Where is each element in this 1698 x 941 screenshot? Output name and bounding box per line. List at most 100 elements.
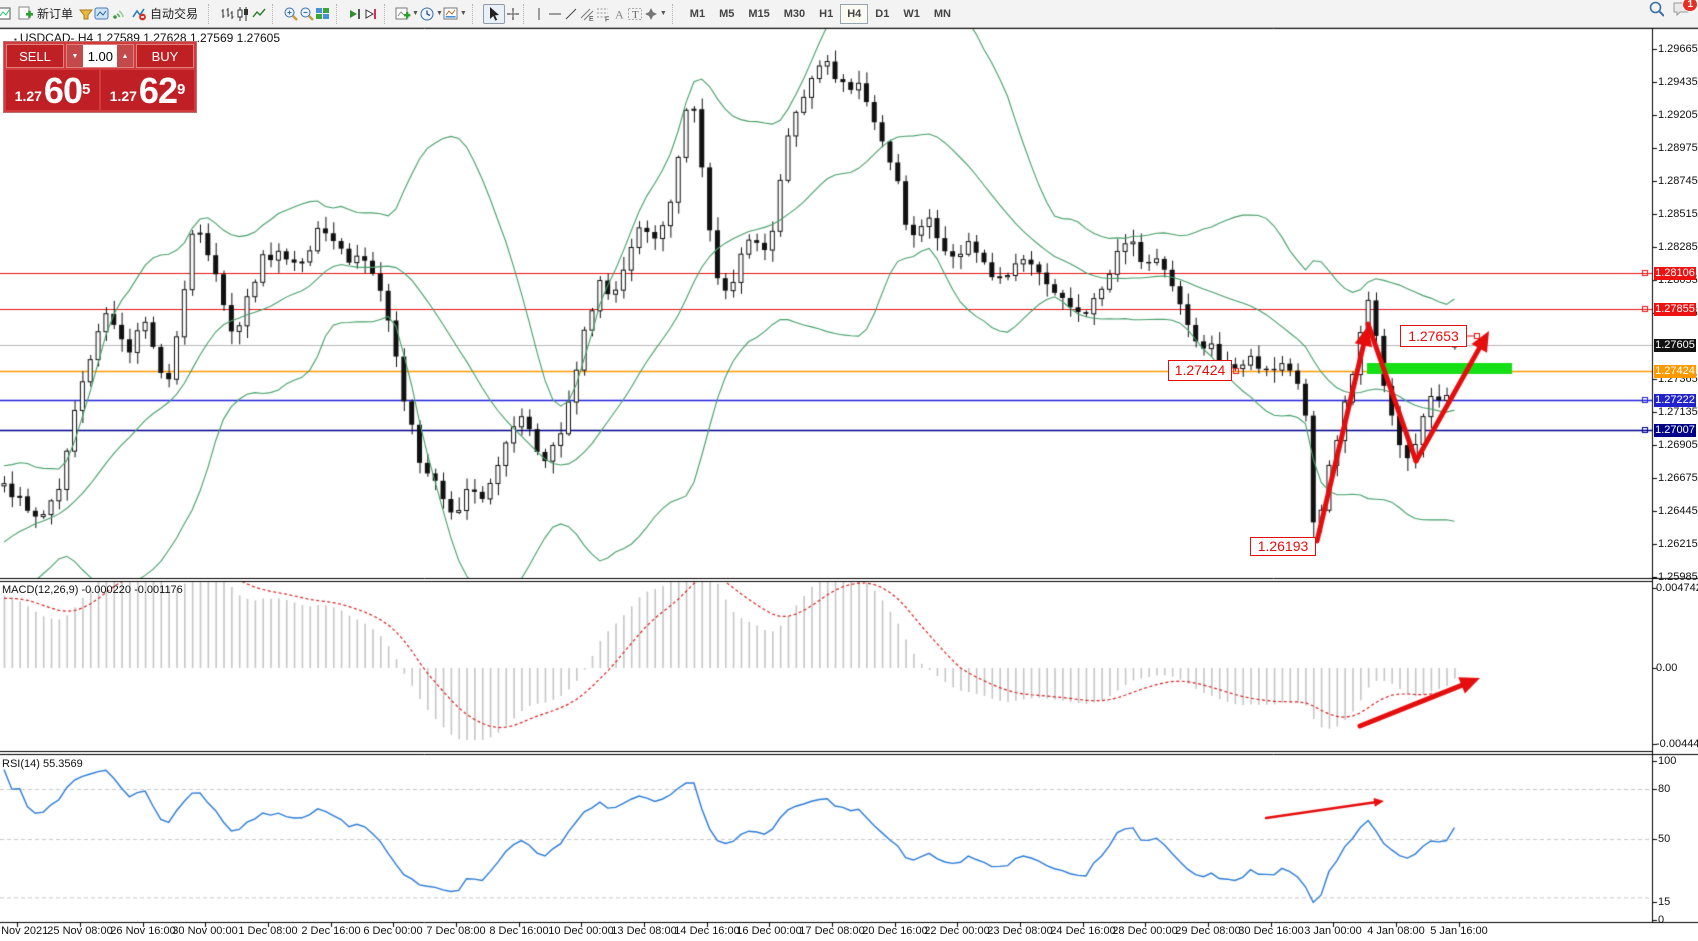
- price-line-label: 1.27855: [1654, 303, 1696, 316]
- price-line-label: 1.27424: [1654, 365, 1696, 378]
- horizontal-line-tool-icon[interactable]: [547, 6, 563, 22]
- cursor-icon: [486, 6, 502, 22]
- tab-timeframe-MN[interactable]: MN: [927, 4, 958, 24]
- text-tool-icon[interactable]: A: [611, 6, 627, 22]
- text-label-tool-icon[interactable]: T: [627, 6, 643, 22]
- notification-badge: 1: [1682, 0, 1698, 12]
- auto-trading-icon: [131, 6, 147, 22]
- charts-window-icon[interactable]: [94, 6, 110, 22]
- signals-icon[interactable]: [110, 6, 126, 22]
- time-axis-label: 4 Jan 08:00: [1367, 925, 1425, 937]
- crosshair-icon[interactable]: [505, 6, 521, 22]
- time-axis-label: 28 Dec 00:00: [1112, 925, 1177, 937]
- time-axis-label: 30 Dec 16:00: [1238, 925, 1303, 937]
- buy-price-big: 62: [139, 74, 177, 108]
- new-chart-icon[interactable]: [0, 6, 13, 22]
- buy-price-prefix: 1.27: [110, 84, 137, 108]
- time-axis-label: 13 Dec 08:00: [611, 925, 676, 937]
- toolbar-scroll-group: [344, 0, 382, 27]
- toolbar-separator: [208, 4, 214, 24]
- volume-input[interactable]: 1.00: [83, 45, 117, 67]
- cursor-tool-button[interactable]: [483, 4, 505, 24]
- svg-text:A: A: [615, 7, 624, 21]
- template-icon[interactable]: [443, 6, 459, 22]
- trendline-tool-icon[interactable]: [563, 6, 579, 22]
- price-axis-tick: 1.26905: [1658, 439, 1698, 451]
- volume-stepper: ▼ 1.00 ▲: [66, 44, 134, 68]
- price-callout[interactable]: 1.27424: [1168, 360, 1232, 381]
- tab-timeframe-H4[interactable]: H4: [840, 4, 868, 24]
- tab-timeframe-H1[interactable]: H1: [812, 4, 840, 24]
- period-caret[interactable]: ▼: [436, 10, 443, 17]
- toolbar-indicator-group: ▼ ▼ ▼: [392, 0, 470, 27]
- tab-timeframe-M1[interactable]: M1: [683, 4, 712, 24]
- price-callout[interactable]: 1.26193: [1250, 537, 1316, 556]
- chart-canvas[interactable]: [0, 0, 1698, 941]
- profiles-icon[interactable]: [78, 6, 94, 22]
- zoom-out-icon[interactable]: [299, 6, 315, 22]
- notifications-icon[interactable]: 1: [1670, 1, 1692, 17]
- buy-button[interactable]: BUY: [136, 44, 194, 68]
- buy-price[interactable]: 1.27 62 9: [101, 70, 194, 110]
- auto-scroll-icon[interactable]: [347, 6, 363, 22]
- channel-tool-icon[interactable]: E: [579, 6, 595, 22]
- new-order-label: 新订单: [37, 5, 73, 22]
- period-clock-icon[interactable]: [419, 6, 435, 22]
- arrows-tool-icon[interactable]: [643, 6, 659, 22]
- add-indicator-caret[interactable]: ▼: [412, 10, 419, 17]
- time-axis-label: 25 Nov 08:00: [47, 925, 112, 937]
- toolbar-separator: [336, 4, 342, 24]
- search-icon[interactable]: [1648, 1, 1664, 17]
- template-caret[interactable]: ▼: [460, 10, 467, 17]
- fibo-tag: F: [605, 16, 609, 22]
- candlestick-chart-icon[interactable]: [235, 6, 251, 22]
- volume-up-button[interactable]: ▲: [117, 45, 133, 67]
- auto-trading-label: 自动交易: [150, 5, 198, 22]
- sell-price[interactable]: 1.27 60 5: [6, 70, 99, 110]
- sell-button[interactable]: SELL: [6, 44, 64, 68]
- time-axis-label: 24 Nov 2021: [0, 925, 48, 937]
- time-axis-label: 6 Dec 00:00: [363, 925, 422, 937]
- time-axis-label: 29 Dec 08:00: [1175, 925, 1240, 937]
- vertical-line-tool-icon[interactable]: [531, 6, 547, 22]
- fibonacci-tool-icon[interactable]: F: [595, 6, 611, 22]
- timeframe-group: M1M5M15M30H1H4D1W1MN: [680, 0, 961, 27]
- add-indicator-icon[interactable]: [395, 6, 411, 22]
- price-axis-tick: 1.26445: [1658, 505, 1698, 517]
- tab-timeframe-M30[interactable]: M30: [777, 4, 812, 24]
- tab-timeframe-D1[interactable]: D1: [868, 4, 896, 24]
- time-axis-label: 20 Dec 16:00: [862, 925, 927, 937]
- one-click-trading-panel: SELL ▼ 1.00 ▲ BUY 1.27 60 5 1.27 62 9: [3, 41, 197, 113]
- new-order-button[interactable]: 新订单: [13, 4, 78, 24]
- macd-axis-tick: 0.00: [1656, 662, 1677, 674]
- price-axis-tick: 1.29665: [1658, 43, 1698, 55]
- chart-shift-icon[interactable]: [363, 6, 379, 22]
- tab-timeframe-M5[interactable]: M5: [712, 4, 741, 24]
- rsi-axis-tick: 15: [1658, 896, 1670, 908]
- toolbar-separator: [523, 4, 529, 24]
- buy-price-sup: 9: [177, 70, 185, 110]
- line-chart-icon[interactable]: [251, 6, 267, 22]
- channel-tag: E: [589, 16, 594, 22]
- price-callout[interactable]: 1.27653: [1400, 325, 1467, 347]
- bar-chart-icon[interactable]: [219, 6, 235, 22]
- auto-trading-button[interactable]: 自动交易: [126, 4, 203, 24]
- time-axis-label: 2 Dec 16:00: [301, 925, 360, 937]
- macd-axis-tick: -0.004448: [1656, 738, 1698, 750]
- toolbar-charttype-group: [216, 0, 270, 27]
- time-axis-label: 22 Dec 00:00: [924, 925, 989, 937]
- rsi-axis-tick: 0: [1658, 914, 1664, 926]
- new-order-icon: [18, 6, 34, 22]
- tab-timeframe-M15[interactable]: M15: [741, 4, 776, 24]
- tile-windows-icon[interactable]: [315, 6, 331, 22]
- svg-text:T: T: [632, 9, 639, 21]
- macd-axis-tick: 0.004742: [1656, 582, 1698, 594]
- time-axis-label: 26 Nov 16:00: [110, 925, 175, 937]
- sell-price-big: 60: [44, 74, 82, 108]
- tab-timeframe-W1[interactable]: W1: [896, 4, 927, 24]
- zoom-in-icon[interactable]: [283, 6, 299, 22]
- time-axis-label: 3 Jan 00:00: [1304, 925, 1362, 937]
- arrows-tool-caret[interactable]: ▼: [660, 10, 667, 17]
- time-axis-label: 1 Dec 08:00: [238, 925, 297, 937]
- volume-down-button[interactable]: ▼: [67, 45, 83, 67]
